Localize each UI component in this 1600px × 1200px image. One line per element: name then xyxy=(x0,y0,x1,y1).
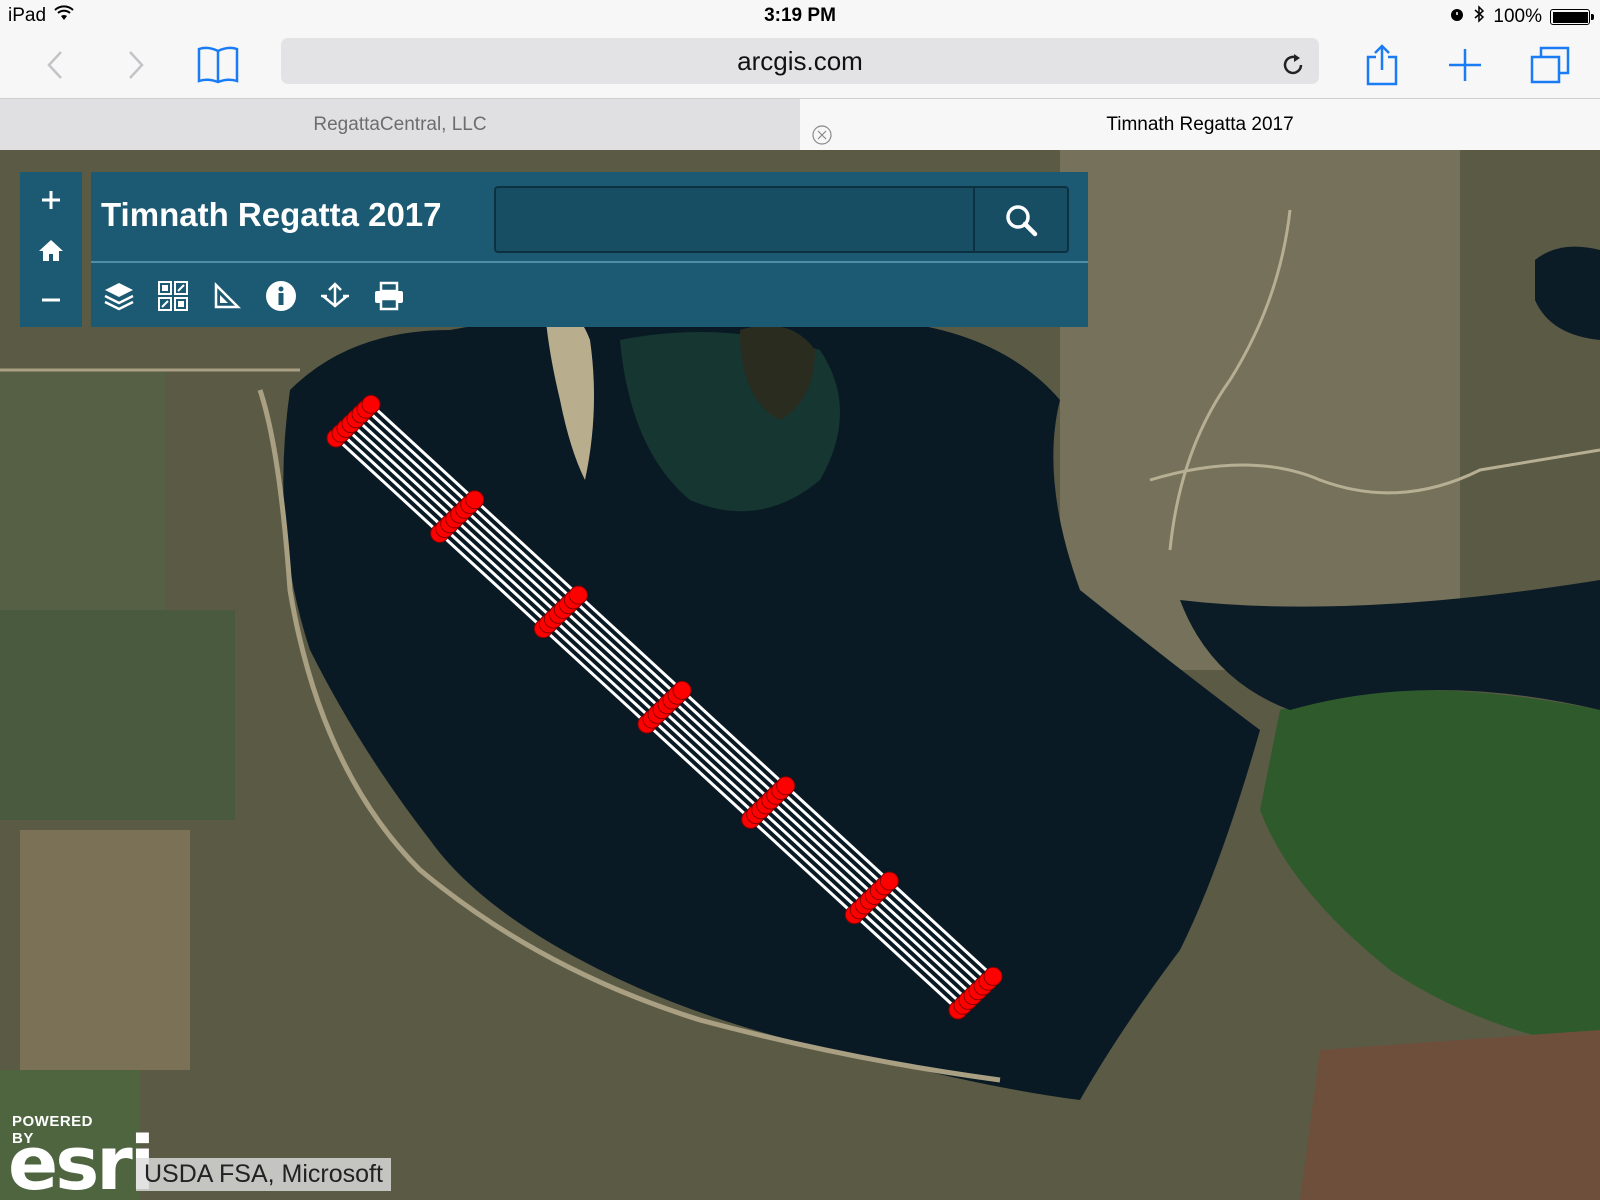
measure-icon xyxy=(214,281,241,308)
panel-divider xyxy=(91,261,1088,263)
address-bar[interactable]: arcgis.com xyxy=(281,38,1319,84)
back-button[interactable] xyxy=(30,40,80,90)
share-icon xyxy=(320,281,349,308)
share-map-button[interactable] xyxy=(317,278,352,313)
map-title: Timnath Regatta 2017 xyxy=(101,196,442,233)
status-time: 3:19 PM xyxy=(764,5,836,26)
alarm-icon xyxy=(1449,6,1465,28)
plus-icon xyxy=(1449,49,1481,81)
browser-toolbar: arcgis.com xyxy=(0,32,1600,98)
search-icon xyxy=(1006,204,1038,236)
reload-button[interactable] xyxy=(1279,47,1307,75)
map-view[interactable]: Timnath Regatta 2017 POWERED BY esri USD… xyxy=(0,150,1600,1200)
battery-icon xyxy=(1550,9,1594,25)
battery-percent: 100% xyxy=(1493,6,1542,27)
zoom-out-button[interactable] xyxy=(20,275,82,325)
buoy-marker[interactable] xyxy=(465,490,485,510)
imagery-credit: USDA FSA, Microsoft xyxy=(136,1158,391,1191)
battery-level xyxy=(1552,11,1588,23)
home-button[interactable] xyxy=(20,225,82,275)
chevron-right-icon xyxy=(129,51,144,79)
buoy-marker[interactable] xyxy=(983,966,1003,986)
reload-icon xyxy=(1283,54,1303,75)
buoy-marker[interactable] xyxy=(568,585,588,605)
basemap-gallery-icon xyxy=(157,280,188,311)
home-icon xyxy=(39,240,63,261)
info-button[interactable] xyxy=(263,278,298,313)
new-tab-button[interactable] xyxy=(1440,40,1490,90)
status-bar: iPad 3:19 PM 100% xyxy=(0,0,1600,32)
print-button[interactable] xyxy=(371,278,406,313)
bookmarks-button[interactable] xyxy=(193,40,243,90)
print-icon xyxy=(374,281,403,310)
share-icon xyxy=(1366,44,1398,86)
buoy-marker[interactable] xyxy=(776,776,796,796)
buoy-marker[interactable] xyxy=(672,680,692,700)
share-button[interactable] xyxy=(1357,40,1407,90)
layers-icon xyxy=(103,282,134,310)
tabs-icon xyxy=(1530,46,1570,84)
close-tab-button[interactable] xyxy=(812,114,832,145)
search-input[interactable] xyxy=(496,188,986,251)
zoom-in-button[interactable] xyxy=(20,175,82,225)
app-header-panel: Timnath Regatta 2017 xyxy=(91,172,1088,327)
minus-icon xyxy=(42,298,60,302)
search-button[interactable] xyxy=(973,188,1067,251)
map-tools xyxy=(101,278,406,318)
measure-button[interactable] xyxy=(209,278,244,313)
chevron-left-icon xyxy=(47,51,62,79)
forward-button[interactable] xyxy=(111,40,161,90)
tab-label: Timnath Regatta 2017 xyxy=(1106,114,1294,135)
tab-regattacentral[interactable]: RegattaCentral, LLC xyxy=(0,99,800,150)
close-icon xyxy=(812,125,832,145)
esri-logo: esri xyxy=(8,1121,155,1200)
buoy-marker[interactable] xyxy=(361,394,381,414)
tabs-overview-button[interactable] xyxy=(1525,40,1575,90)
tab-label: RegattaCentral, LLC xyxy=(313,114,487,135)
tab-timnath-regatta[interactable]: Timnath Regatta 2017 xyxy=(800,99,1600,150)
bluetooth-icon xyxy=(1473,5,1485,29)
book-icon xyxy=(197,46,239,84)
layers-button[interactable] xyxy=(101,278,136,313)
zoom-control xyxy=(20,172,82,327)
plus-icon xyxy=(42,191,60,209)
basemap-gallery-button[interactable] xyxy=(155,278,190,313)
url-text: arcgis.com xyxy=(737,46,863,76)
buoy-marker[interactable] xyxy=(879,871,899,891)
info-icon xyxy=(265,280,296,311)
tab-bar: RegattaCentral, LLC Timnath Regatta 2017 xyxy=(0,98,1600,150)
search-box xyxy=(494,186,1069,253)
